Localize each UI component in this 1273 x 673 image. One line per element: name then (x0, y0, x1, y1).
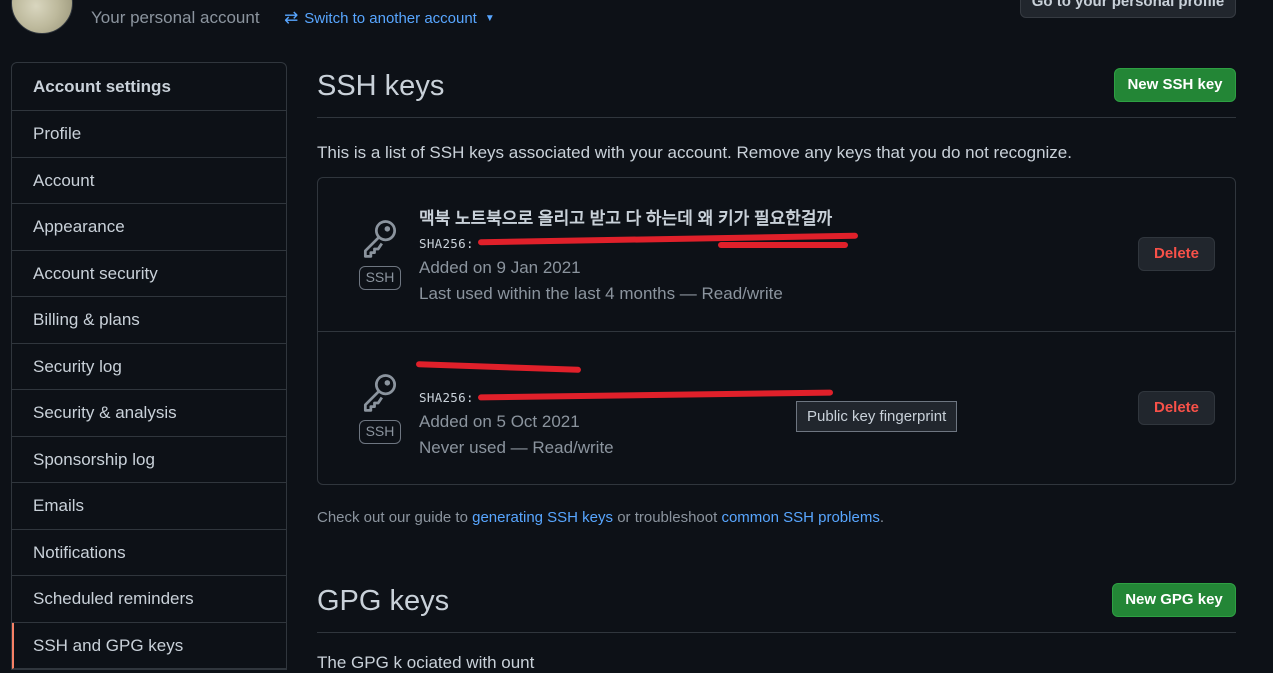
ssh-guide-text: Check out our guide to generating SSH ke… (317, 509, 884, 526)
guide-suffix: . (879, 509, 884, 526)
generating-ssh-keys-link[interactable]: generating SSH keys (472, 509, 613, 526)
delete-key-button[interactable]: Delete (1138, 237, 1215, 271)
sidebar-item-account-security[interactable]: Account security (12, 251, 286, 297)
avatar[interactable] (11, 0, 73, 34)
key-added-date: Added on 5 Oct 2021 (419, 412, 580, 431)
ssh-badge: SSH (358, 266, 402, 290)
gpg-intro-text: The GPG k ociated with ount (317, 653, 535, 672)
ssh-title-divider (317, 117, 1236, 118)
sidebar-item-profile[interactable]: Profile (12, 111, 286, 158)
delete-key-button[interactable]: Delete (1138, 391, 1215, 425)
ssh-keys-title: SSH keys (317, 70, 445, 102)
key-usage: Never used — Read/write (419, 438, 614, 457)
triangle-down-icon: ▼ (484, 12, 495, 24)
title-redaction (415, 361, 582, 373)
settings-sidebar: Account settings Profile Account Appeara… (11, 62, 287, 670)
sidebar-item-account[interactable]: Account (12, 158, 286, 204)
ssh-key-item: SSH SHA256: Added on 5 Oct 2021 Never us… (318, 331, 1235, 485)
sidebar-item-notifications[interactable]: Notifications (12, 530, 286, 576)
common-ssh-problems-link[interactable]: common SSH problems (721, 509, 879, 526)
guide-prefix: Check out our guide to (317, 509, 473, 526)
sidebar-item-security-analysis[interactable]: Security & analysis (12, 390, 286, 437)
ssh-key-item: SSH 맥북 노트북으로 올리고 받고 다 하는데 왜 키가 필요한걸까 SHA… (318, 178, 1235, 331)
switch-account-link[interactable]: ⇄ Switch to another account ▼ (284, 8, 495, 28)
new-ssh-key-button[interactable]: New SSH key (1114, 68, 1236, 102)
key-added-date: Added on 9 Jan 2021 (419, 258, 581, 277)
switch-account-label: Switch to another account (304, 9, 477, 27)
key-usage: Last used within the last 4 months — Rea… (419, 284, 783, 303)
key-icon (363, 220, 397, 258)
sidebar-item-ssh-gpg-keys[interactable]: SSH and GPG keys (12, 622, 286, 669)
key-icon (363, 374, 397, 412)
key-icon-group: SSH (356, 370, 404, 444)
gpg-title-divider (317, 632, 1236, 633)
sidebar-item-sponsorship-log[interactable]: Sponsorship log (12, 437, 286, 483)
go-to-profile-button[interactable]: Go to your personal profile (1020, 0, 1236, 18)
sidebar-item-appearance[interactable]: Appearance (12, 204, 286, 251)
sidebar-item-billing-plans[interactable]: Billing & plans (12, 297, 286, 344)
ssh-intro-text: This is a list of SSH keys associated wi… (317, 143, 1072, 162)
arrow-switch-icon: ⇄ (284, 8, 299, 27)
fingerprint-redaction (477, 389, 834, 401)
ssh-badge: SSH (358, 420, 402, 444)
key-icon-group: SSH (356, 216, 404, 290)
account-context-label: Your personal account (91, 8, 260, 27)
sidebar-item-security-log[interactable]: Security log (12, 344, 286, 390)
fingerprint-redaction (718, 242, 848, 248)
gpg-keys-title: GPG keys (317, 585, 450, 617)
sidebar-item-emails[interactable]: Emails (12, 483, 286, 530)
guide-middle: or troubleshoot (613, 509, 722, 526)
ssh-keys-list: SSH 맥북 노트북으로 올리고 받고 다 하는데 왜 키가 필요한걸까 SHA… (317, 177, 1236, 485)
key-fingerprint: SHA256: (419, 390, 474, 405)
sidebar-item-scheduled-reminders[interactable]: Scheduled reminders (12, 576, 286, 623)
sidebar-title: Account settings (12, 63, 286, 111)
key-fingerprint: SHA256: (419, 236, 474, 251)
fingerprint-tooltip: Public key fingerprint (796, 401, 958, 432)
key-title: 맥북 노트북으로 올리고 받고 다 하는데 왜 키가 필요한걸까 (419, 209, 833, 228)
new-gpg-key-button[interactable]: New GPG key (1112, 583, 1236, 617)
